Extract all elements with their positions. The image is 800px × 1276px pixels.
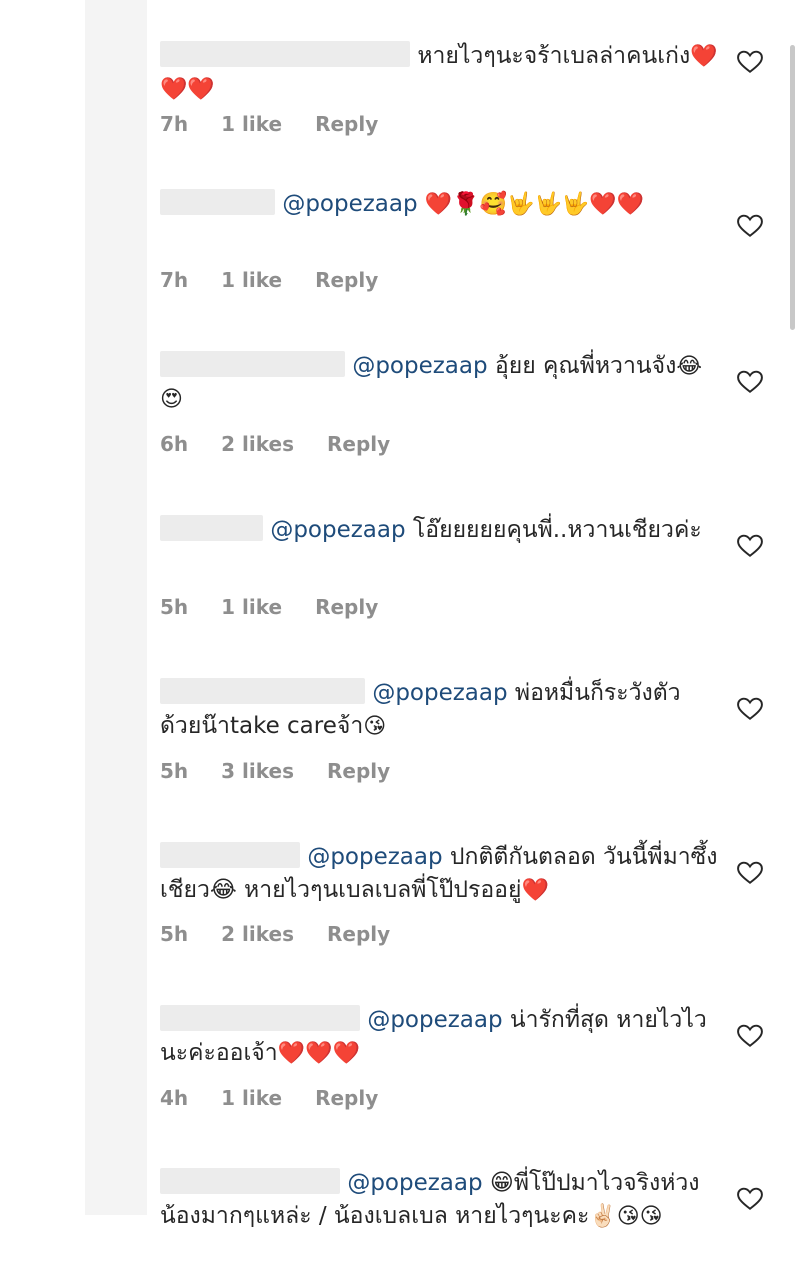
comment-text: @popezaap ❤️🌹🥰🤟🤟🤟❤️❤️ [160,188,720,221]
mention-link[interactable]: @popezaap [352,353,487,379]
comment-body: อุ้ยย คุณพี่หวานจัง [487,353,677,379]
heart-icon[interactable] [737,697,763,721]
comment-emoji: ✌🏻😘😘 [589,1204,663,1229]
comment-text: @popezaap ปกติตีกันตลอด วันนี้พี่มาซึ้งเ… [160,841,720,907]
mention-link[interactable]: @popezaap [347,1170,482,1196]
heart-icon[interactable] [737,1187,763,1211]
redacted-username [160,189,275,215]
mention-link[interactable]: @popezaap [282,191,417,217]
comment-emoji: ❤️❤️❤️ [277,1041,360,1066]
timestamp: 6h [160,432,189,456]
left-panel-strip [85,0,147,1215]
timestamp: 7h [160,268,189,292]
mention-link[interactable]: @popezaap [270,517,405,543]
comment-emoji: ❤️ [521,878,549,903]
reply-button[interactable]: Reply [315,595,378,619]
heart-icon[interactable] [737,1024,763,1048]
like-count[interactable]: 1 like [221,1086,282,1110]
comment-text: @popezaap น่ารักที่สุด หายไวไวนะค่ะออเจ้… [160,1004,720,1070]
heart-icon[interactable] [737,214,763,238]
comment-meta: 5h 3 likes Reply [160,759,423,783]
redacted-username [160,351,345,377]
comment-meta: 5h 1 like Reply [160,595,411,619]
reply-button[interactable]: Reply [315,112,378,136]
reply-button[interactable]: Reply [327,432,390,456]
timestamp: 4h [160,1086,189,1110]
comment-body: หายไวๆนะจร้าเบลล่าคนเก่ง [417,43,691,69]
mention-link[interactable]: @popezaap [367,1007,502,1033]
like-count[interactable]: 2 likes [221,432,294,456]
like-count[interactable]: 3 likes [221,759,294,783]
comment-emoji: ❤️🌹🥰🤟🤟🤟❤️❤️ [424,192,645,217]
redacted-username [160,1168,340,1194]
comment-meta: 6h 2 likes Reply [160,432,423,456]
mention-link[interactable]: @popezaap [372,680,507,706]
comment-meta: 5h 2 likes Reply [160,922,423,946]
comment-body [418,191,425,217]
heart-icon[interactable] [737,50,763,74]
redacted-username [160,1005,360,1031]
like-count[interactable]: 1 like [221,595,282,619]
reply-button[interactable]: Reply [315,1086,378,1110]
like-count[interactable]: 2 likes [221,922,294,946]
redacted-username [160,515,263,541]
comment-text: หายไวๆนะจร้าเบลล่าคนเก่ง❤️❤️❤️ [160,40,720,106]
comment-body: โอ๊ยยยยยคุนพี่..หวานเชียวค่ะ [405,517,702,543]
comment-text: @popezaap พ่อหมื่นก็ระวังตัวด้วยน๊าtake … [160,677,720,743]
reply-button[interactable]: Reply [327,922,390,946]
comment-meta: 7h 1 like Reply [160,112,411,136]
comment-text: @popezaap อุ้ยย คุณพี่หวานจัง😂😍 [160,350,720,416]
heart-icon[interactable] [737,534,763,558]
redacted-username [160,41,410,67]
scrollbar[interactable] [790,45,795,330]
heart-icon[interactable] [737,370,763,394]
reply-button[interactable]: Reply [327,759,390,783]
like-count[interactable]: 1 like [221,268,282,292]
comment-meta: 4h 1 like Reply [160,1086,411,1110]
mention-link[interactable]: @popezaap [307,844,442,870]
like-count[interactable]: 1 like [221,112,282,136]
redacted-username [160,678,365,704]
timestamp: 7h [160,112,189,136]
comment-text: @popezaap โอ๊ยยยยยคุนพี่..หวานเชียวค่ะ [160,514,720,547]
redacted-username [160,842,300,868]
timestamp: 5h [160,922,189,946]
timestamp: 5h [160,759,189,783]
reply-button[interactable]: Reply [315,268,378,292]
comment-emoji: 😘 [363,714,387,739]
timestamp: 5h [160,595,189,619]
comment-text: @popezaap 😁พี่โป๊ปมาไวจริงห่วงน้องมากๆแห… [160,1167,720,1233]
heart-icon[interactable] [737,861,763,885]
comment-meta: 7h 1 like Reply [160,268,411,292]
